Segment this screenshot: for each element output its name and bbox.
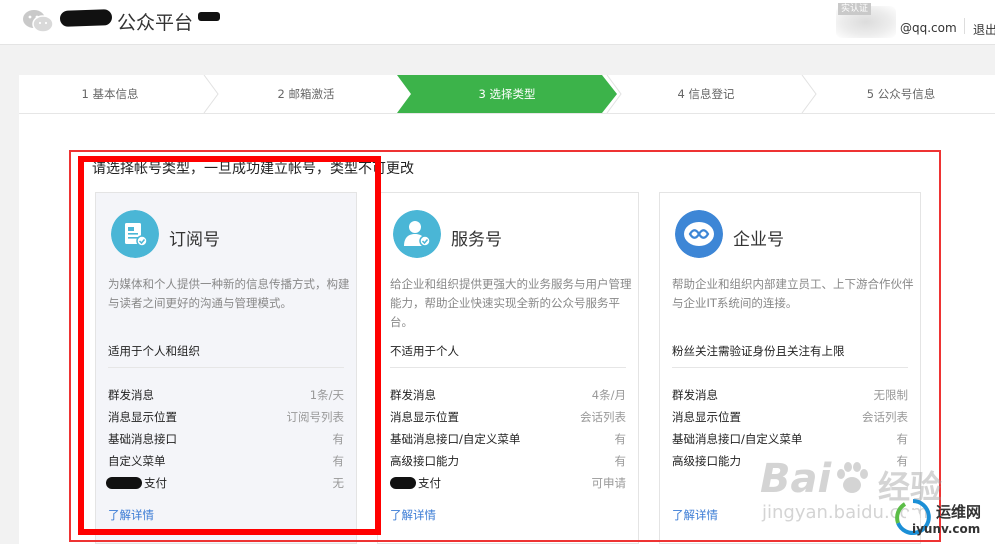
wechat-logo-icon [23,10,54,33]
header-divider [964,18,965,34]
step-separator [203,75,219,113]
redacted-mark [198,12,220,21]
step-separator [801,75,817,113]
site-name: 运维网 [936,503,982,521]
paw-watermark-icon [837,462,868,493]
step-separator [606,75,622,113]
verified-tag: 实认证 [838,3,872,15]
step-email-activation: 2 邮箱激活 [277,87,335,101]
step-basic-info: 1 基本信息 [81,87,139,101]
annotation-highlight-box [78,156,381,535]
redacted-brand [59,9,113,27]
account-email[interactable]: @qq.com [900,21,957,35]
logout-link[interactable]: 退出 [973,21,995,38]
platform-title: 公众平台 [117,12,194,34]
top-header: 公众平台 实认证 @qq.com 退出 [0,0,995,45]
baidu-watermark: Bai [760,456,832,502]
site-url: iyunv.com [912,522,981,536]
step-account-info: 5 公众号信息 [866,87,936,101]
step-select-type: 3 选择类型 [478,87,536,101]
step-info-registration: 4 信息登记 [677,87,735,101]
